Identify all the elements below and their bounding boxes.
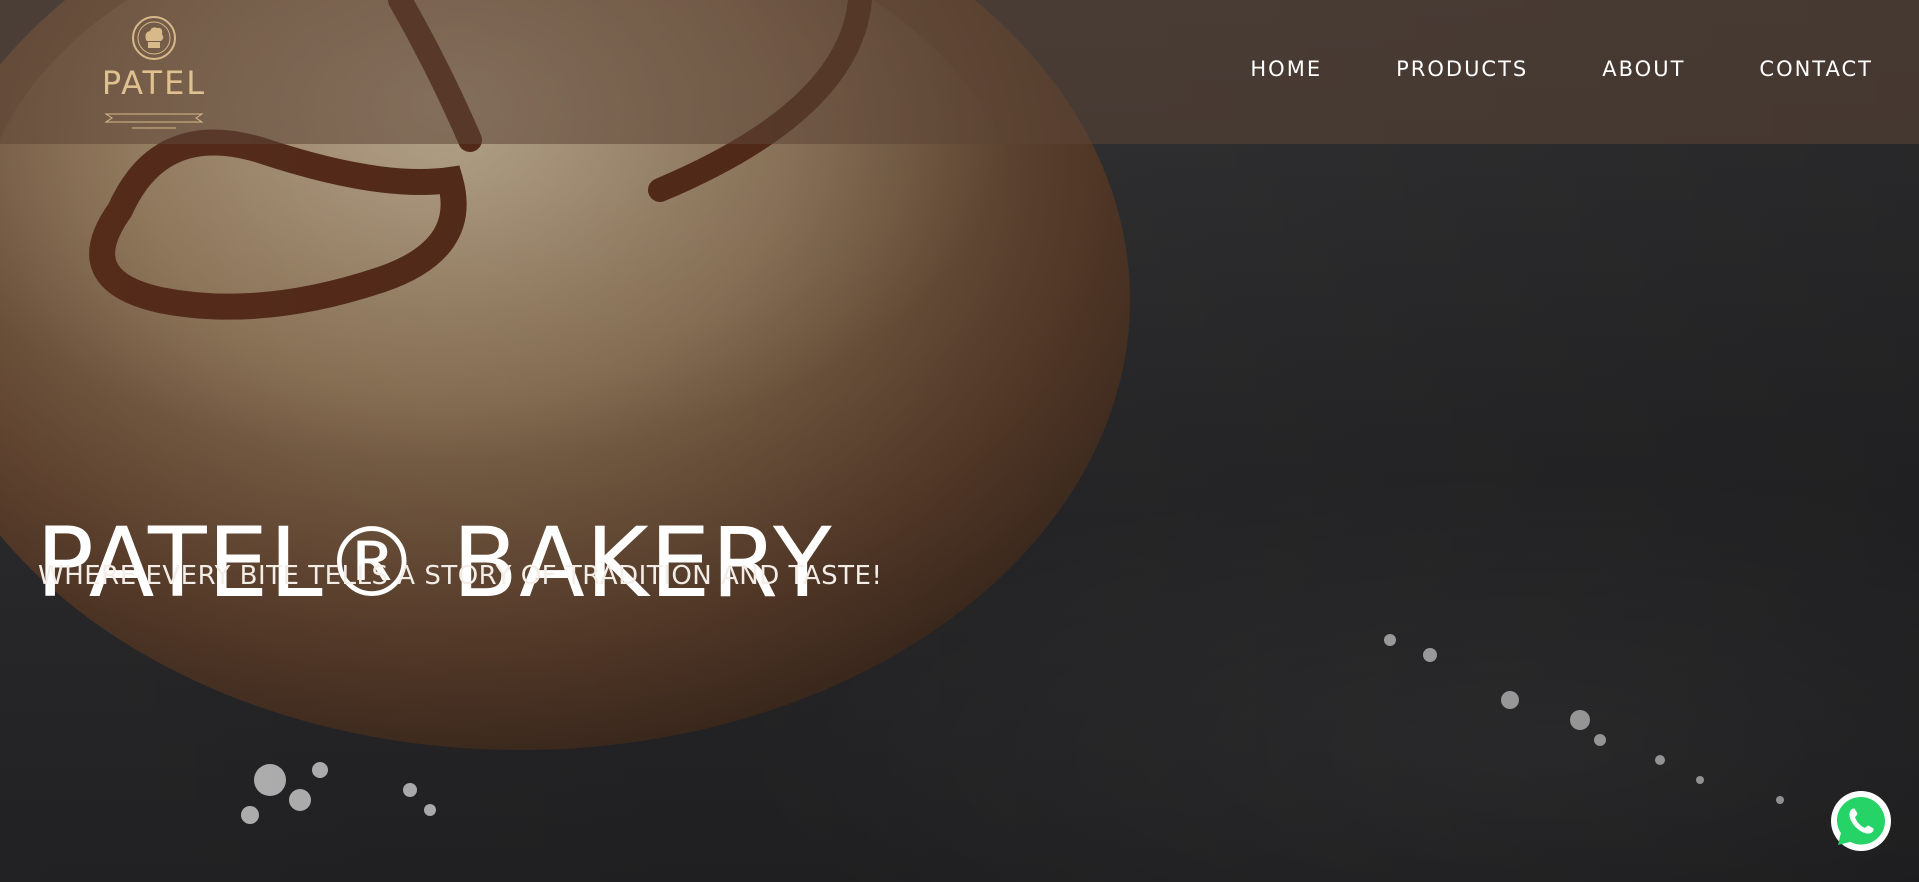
nav-contact[interactable]: CONTACT xyxy=(1722,52,1873,86)
chef-emblem-icon xyxy=(132,16,176,60)
brand-logo[interactable]: PATEL xyxy=(84,14,224,129)
nav-home[interactable]: HOME xyxy=(1213,52,1359,86)
main-navigation: HOME PRODUCTS ABOUT CONTACT xyxy=(1213,52,1873,86)
hero-tagline: WHERE EVERY BITE TELLS A STORY OF TRADIT… xyxy=(38,561,883,591)
logo-ribbon xyxy=(104,113,204,129)
site-header: PATEL HOME PRODUCTS ABOUT CONTACT xyxy=(0,0,1919,144)
whatsapp-icon xyxy=(1831,791,1891,851)
nav-about[interactable]: ABOUT xyxy=(1565,52,1722,86)
logo-wordmark: PATEL xyxy=(101,64,207,102)
whatsapp-button[interactable] xyxy=(1830,790,1892,852)
nav-products[interactable]: PRODUCTS xyxy=(1359,52,1565,86)
